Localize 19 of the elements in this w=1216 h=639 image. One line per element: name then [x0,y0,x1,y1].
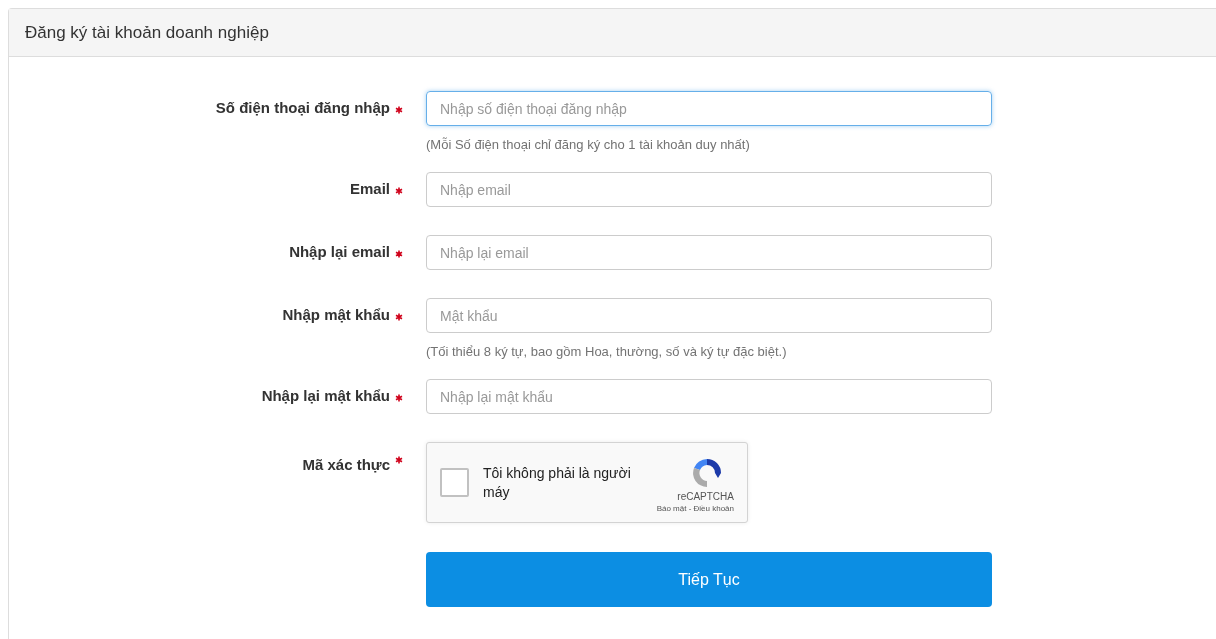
input-field[interactable]: Nhập số điện thoại đăng nhập [426,91,992,126]
panel-title: Đăng ký tài khoản doanh nghiệp [25,21,269,44]
field-label: Mã xác thực [302,455,390,475]
hint-text: (Mỗi Số điện thoại chỉ đăng ký cho 1 tài khoản duy nhất) [426,136,751,154]
input-field[interactable]: Nhập lại mật khẩu [426,379,992,414]
input-field[interactable]: Mật khẩu [426,298,992,333]
captcha-checkbox[interactable] [440,468,469,497]
input-field[interactable]: Nhập email [426,172,992,207]
continue-button[interactable]: Tiếp Tục [426,552,992,607]
field-label: Số điện thoại đăng nhập [215,98,390,119]
hint-text: (Tối thiểu 8 ký tự, bao gồm Hoa, thường, số và ký tự đặc biệt.) [426,343,788,361]
field-label: Email [349,179,390,200]
field-label: Nhập lại email [289,242,390,263]
checkbox-label: Tôi không phải là người máy [483,463,632,502]
recaptcha-brand: reCAPTCHA [677,489,734,503]
privacy-terms-link[interactable]: Báo mật - Điều khoản [656,502,734,514]
field-label: Nhập mật khẩu [282,305,390,326]
input-field[interactable]: Nhập lại email [426,235,992,270]
field-label: Nhập lại mật khẩu [261,386,390,407]
